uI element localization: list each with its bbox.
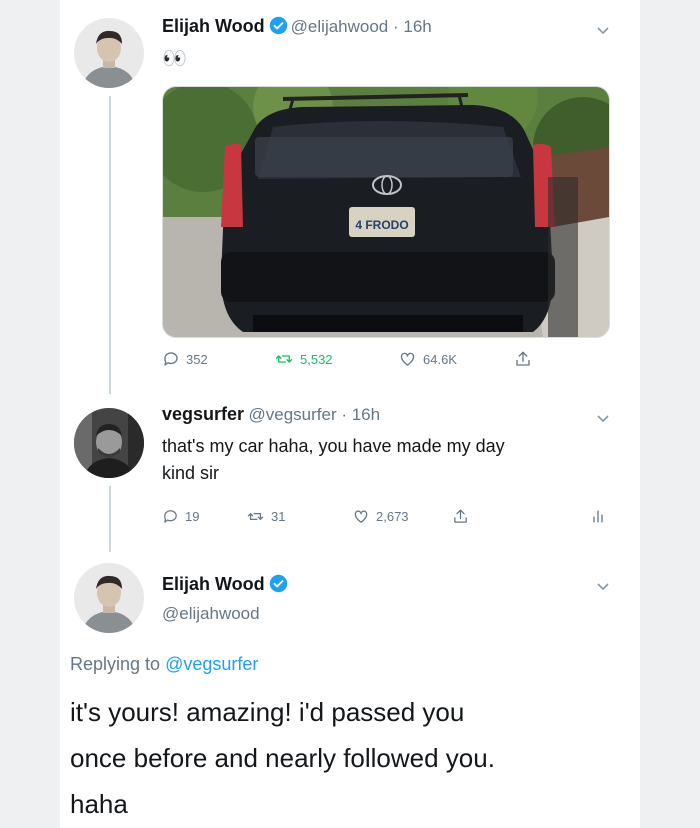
tweet-photo[interactable]: 4 FRODO: [162, 86, 610, 338]
avatar[interactable]: [74, 18, 144, 88]
like-button[interactable]: 2,673: [352, 508, 409, 525]
tweet-text: it's yours! amazing! i'd passed you: [70, 697, 465, 727]
handle[interactable]: @elijahwood: [162, 604, 260, 624]
retweet-icon: [247, 513, 264, 520]
reply-icon: [164, 510, 177, 523]
reply-button[interactable]: 19: [162, 508, 199, 525]
like-button[interactable]: 64.6K: [398, 350, 457, 368]
retweet-icon: [275, 355, 293, 363]
reply-icon: [164, 352, 178, 366]
share-icon: [516, 351, 530, 366]
thread-line: [109, 96, 111, 394]
thread-line: [109, 486, 111, 552]
avatar[interactable]: [74, 563, 144, 633]
reply-count: 352: [186, 351, 208, 367]
retweet-count: 5,532: [300, 351, 333, 367]
like-count: 64.6K: [423, 351, 457, 367]
chevron-down-icon[interactable]: [595, 22, 611, 38]
analytics-icon: [593, 510, 603, 523]
analytics-button[interactable]: [590, 508, 606, 525]
handle-and-time[interactable]: @vegsurfer · 16h: [249, 405, 381, 424]
tweet-text: kind sir: [162, 463, 220, 483]
avatar[interactable]: [74, 408, 144, 478]
replying-to-link[interactable]: @vegsurfer: [165, 654, 258, 674]
verified-badge-icon: [269, 574, 287, 593]
retweet-button[interactable]: 31: [246, 508, 285, 525]
verified-badge-icon: [269, 16, 287, 35]
chevron-down-icon[interactable]: [595, 578, 611, 594]
chevron-down-icon[interactable]: [595, 410, 611, 426]
heart-icon: [354, 510, 368, 523]
replying-to: Replying to @vegsurfer: [70, 654, 258, 675]
tweet-text: that's my car haha, you have made my day: [162, 436, 505, 456]
retweet-count: 31: [271, 509, 286, 524]
twitter-thread: Elijah Wood @elijahwood · 16h 👀 4 FRODO …: [60, 0, 640, 828]
share-button[interactable]: [452, 507, 469, 526]
reply-count: 19: [185, 509, 200, 524]
tweet-text: once before and nearly followed you.: [70, 743, 495, 773]
display-name[interactable]: Elijah Wood: [162, 574, 265, 594]
reply-button[interactable]: 352: [162, 350, 208, 368]
share-button[interactable]: [514, 349, 532, 369]
share-icon: [454, 509, 467, 523]
handle-and-time[interactable]: @elijahwood · 16h: [291, 17, 432, 36]
display-name[interactable]: Elijah Wood: [162, 16, 265, 36]
license-plate-text: 4 FRODO: [355, 218, 408, 232]
retweet-button[interactable]: 5,532: [274, 350, 333, 368]
replying-to-label: Replying to: [70, 654, 166, 674]
heart-icon: [400, 352, 415, 366]
like-count: 2,673: [376, 509, 409, 524]
tweet-text: 👀: [162, 48, 187, 70]
display-name[interactable]: vegsurfer: [162, 404, 244, 424]
tweet-text: haha: [70, 789, 128, 819]
